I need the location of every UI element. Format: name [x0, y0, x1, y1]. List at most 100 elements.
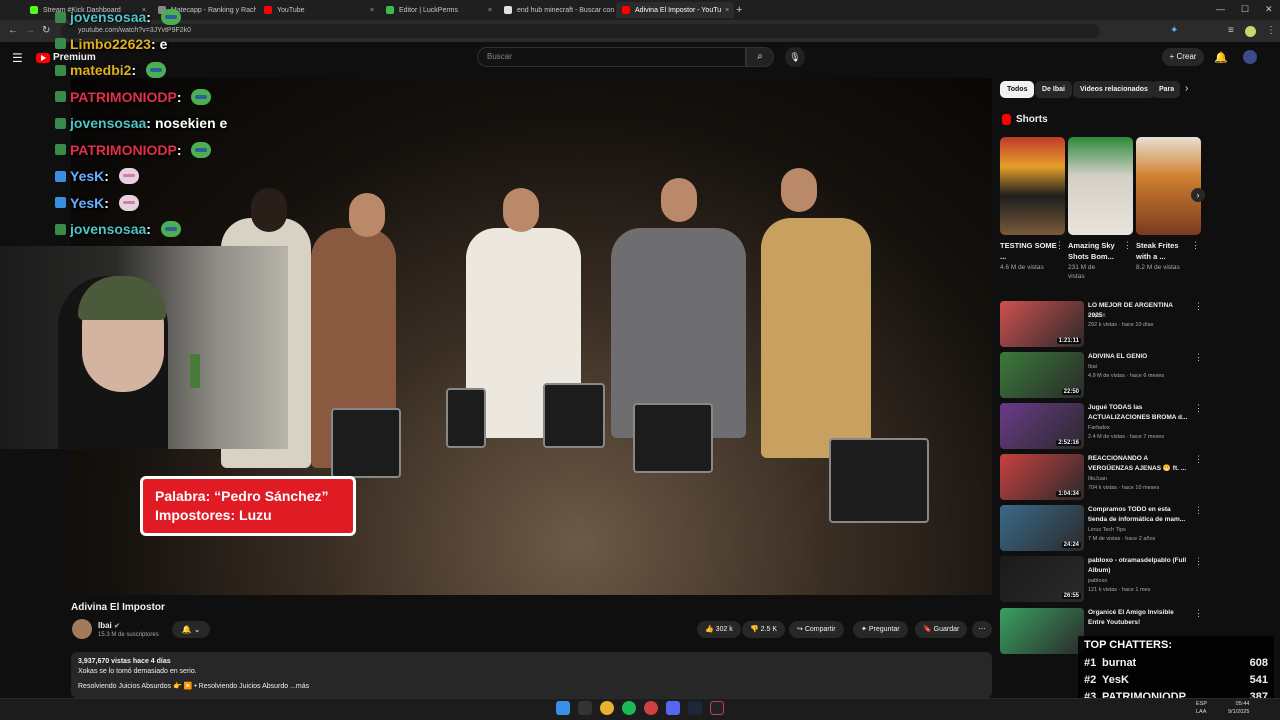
tab-title: Editor | LuckPerms — [399, 6, 459, 14]
extension-icon[interactable]: ✦ — [1170, 25, 1178, 37]
more-actions-button[interactable]: ⋯ — [972, 621, 992, 638]
tab-favicon-icon — [504, 6, 512, 14]
recommended-video[interactable]: 2:52:16 Jugué TODAS las ACTUALIZACIONES B… — [1000, 403, 1205, 451]
video-person-head — [661, 178, 697, 222]
browser-tab[interactable]: Editor | LuckPerms × — [380, 2, 498, 18]
short-menu-icon[interactable]: ⋮ — [1123, 240, 1132, 251]
short-thumbnail[interactable] — [1000, 137, 1065, 235]
video-menu-icon[interactable]: ⋮ — [1194, 505, 1203, 516]
save-button[interactable]: 🔖 Guardar — [915, 621, 968, 638]
reload-icon[interactable]: ↻ — [42, 25, 50, 37]
discord-icon[interactable] — [666, 701, 680, 715]
filter-chip[interactable]: De Ibai — [1035, 81, 1072, 98]
video-title[interactable]: Organicé El Amigo Invisible Entre Youtub… — [1088, 608, 1188, 628]
tab-close-icon[interactable]: × — [484, 7, 492, 14]
steam-icon[interactable] — [688, 701, 702, 715]
video-channel[interactable]: pabloxo — [1088, 577, 1107, 585]
language-indicator[interactable]: ESP LAA — [1196, 700, 1207, 716]
recommended-video[interactable]: 24:24 Compramos TODO en esta tienda de in… — [1000, 505, 1205, 553]
short-menu-icon[interactable]: ⋮ — [1191, 240, 1200, 251]
save-label: Guardar — [933, 626, 960, 633]
forward-icon[interactable]: → — [25, 25, 35, 37]
video-channel[interactable]: Ibai — [1088, 363, 1097, 371]
obs-icon[interactable] — [710, 701, 724, 715]
browser-tab[interactable]: YouTube × — [258, 2, 380, 18]
description-box[interactable]: 3,937,670 vistas hace 4 días Xokas se lo… — [71, 652, 992, 698]
chevron-right-icon[interactable]: › — [1185, 83, 1188, 94]
video-thumbnail[interactable]: 22:50 — [1000, 352, 1084, 398]
short-menu-icon[interactable]: ⋮ — [1055, 240, 1064, 251]
video-channel[interactable]: PapaiX — [1088, 312, 1106, 320]
recommended-video[interactable]: 1:04:34 REACCIONANDO A VERGÜENZAS AJENAS … — [1000, 454, 1205, 502]
hamburger-menu-icon[interactable]: ☰ — [12, 51, 23, 65]
clock-time: 05:44 — [1235, 701, 1250, 707]
search-input[interactable]: Buscar — [477, 47, 746, 67]
short-thumbnail[interactable] — [1136, 137, 1201, 235]
app-icon[interactable] — [644, 701, 658, 715]
video-menu-icon[interactable]: ⋮ — [1194, 454, 1203, 465]
video-thumbnail[interactable]: 1:04:34 — [1000, 454, 1084, 500]
channel-name[interactable]: Ibai ✔ — [98, 621, 120, 630]
shorts-next-icon[interactable]: › — [1191, 188, 1205, 202]
share-button[interactable]: ↪ Compartir — [789, 621, 844, 638]
language-code: ESP — [1196, 701, 1208, 707]
video-channel[interactable]: Linus Tech Tips — [1088, 526, 1126, 534]
back-icon[interactable]: ← — [8, 25, 18, 37]
video-title[interactable]: pabloxo - otramasdelpablo (Full Album) — [1088, 556, 1188, 576]
voice-search-button[interactable]: 🎙 — [785, 47, 805, 67]
video-thumbnail[interactable]: 24:24 — [1000, 505, 1084, 551]
video-menu-icon[interactable]: ⋮ — [1194, 608, 1203, 619]
menu-dots-icon[interactable]: ⋮ — [1266, 25, 1276, 37]
minimize-icon[interactable]: — — [1216, 4, 1225, 14]
video-title[interactable]: Compramos TODO en esta tienda de informá… — [1088, 505, 1188, 525]
search-button[interactable]: ⌕ — [746, 47, 774, 67]
filter-chip[interactable]: Todos — [1000, 81, 1035, 98]
dislike-button[interactable]: 👎 2.5 K — [742, 621, 786, 638]
video-title[interactable]: ADIVINA EL GENIO — [1088, 352, 1188, 362]
spotify-icon[interactable] — [622, 701, 636, 715]
like-button[interactable]: 👍 302 k — [697, 621, 741, 638]
notifications-bell-icon[interactable]: 🔔 — [1214, 51, 1228, 64]
video-thumbnail[interactable]: 26:55 — [1000, 556, 1084, 602]
video-channel[interactable]: IlloJuan — [1088, 475, 1107, 483]
video-channel[interactable]: Farfadox — [1088, 424, 1110, 432]
search-taskbar-icon[interactable] — [578, 701, 592, 715]
video-menu-icon[interactable]: ⋮ — [1194, 556, 1203, 567]
short-title[interactable]: Amazing Sky Shots Bom... — [1068, 240, 1126, 262]
video-title[interactable]: REACCIONANDO A VERGÜENZAS AJENAS 😬 ft. .… — [1088, 454, 1188, 474]
dislike-count: 2.5 K — [760, 626, 778, 633]
tab-close-icon[interactable]: × — [366, 7, 374, 14]
chrome-icon[interactable] — [600, 701, 614, 715]
recommended-video[interactable]: 26:55 pabloxo - otramasdelpablo (Full Alb… — [1000, 556, 1205, 604]
windows-start-icon[interactable] — [556, 701, 570, 715]
short-title[interactable]: TESTING SOME ... — [1000, 240, 1058, 262]
profile-avatar[interactable] — [1245, 26, 1256, 37]
create-button[interactable]: + Crear — [1162, 48, 1204, 66]
pepe-emote-icon — [191, 141, 212, 158]
video-menu-icon[interactable]: ⋮ — [1194, 403, 1203, 414]
video-menu-icon[interactable]: ⋮ — [1194, 301, 1203, 312]
browser-tab[interactable]: Adivina El Impostor - YouTu × — [616, 2, 734, 18]
video-thumbnail[interactable]: 1:21:11 — [1000, 301, 1084, 347]
ask-button[interactable]: ✦ Preguntar — [853, 621, 908, 638]
video-title[interactable]: Jugué TODAS las ACTUALIZACIONES BROMA d.… — [1088, 403, 1188, 423]
recommended-video[interactable]: 22:50 ADIVINA EL GENIO Ibai 4.9 M de vistas… — [1000, 352, 1205, 400]
browser-tab[interactable]: end hub minecraft - Buscar con× — [498, 2, 616, 18]
video-thumbnail[interactable]: 2:52:16 — [1000, 403, 1084, 449]
subscription-bell-button[interactable]: 🔔 ⌄ — [172, 621, 210, 638]
new-tab-button[interactable]: + — [736, 4, 742, 16]
short-thumbnail[interactable] — [1068, 137, 1133, 235]
top-chatter-row: #1 burnat 608 — [1084, 654, 1268, 671]
short-title[interactable]: Steak Frites with a ... — [1136, 240, 1194, 262]
video-thumbnail[interactable] — [1000, 608, 1084, 654]
video-menu-icon[interactable]: ⋮ — [1194, 352, 1203, 363]
recommended-video[interactable]: 1:21:11 LO MEJOR DE ARGENTINA 2025 PapaiX 2… — [1000, 301, 1205, 349]
maximize-icon[interactable]: ☐ — [1241, 4, 1249, 15]
filter-chip[interactable]: Para — [1152, 81, 1180, 98]
filter-chip[interactable]: Videos relacionados — [1073, 81, 1155, 98]
settings-icon[interactable]: ≡ — [1228, 25, 1234, 37]
account-avatar[interactable] — [1243, 50, 1257, 64]
close-window-icon[interactable]: ✕ — [1265, 4, 1273, 15]
tab-close-icon[interactable]: × — [721, 7, 729, 14]
channel-avatar[interactable] — [72, 619, 92, 639]
